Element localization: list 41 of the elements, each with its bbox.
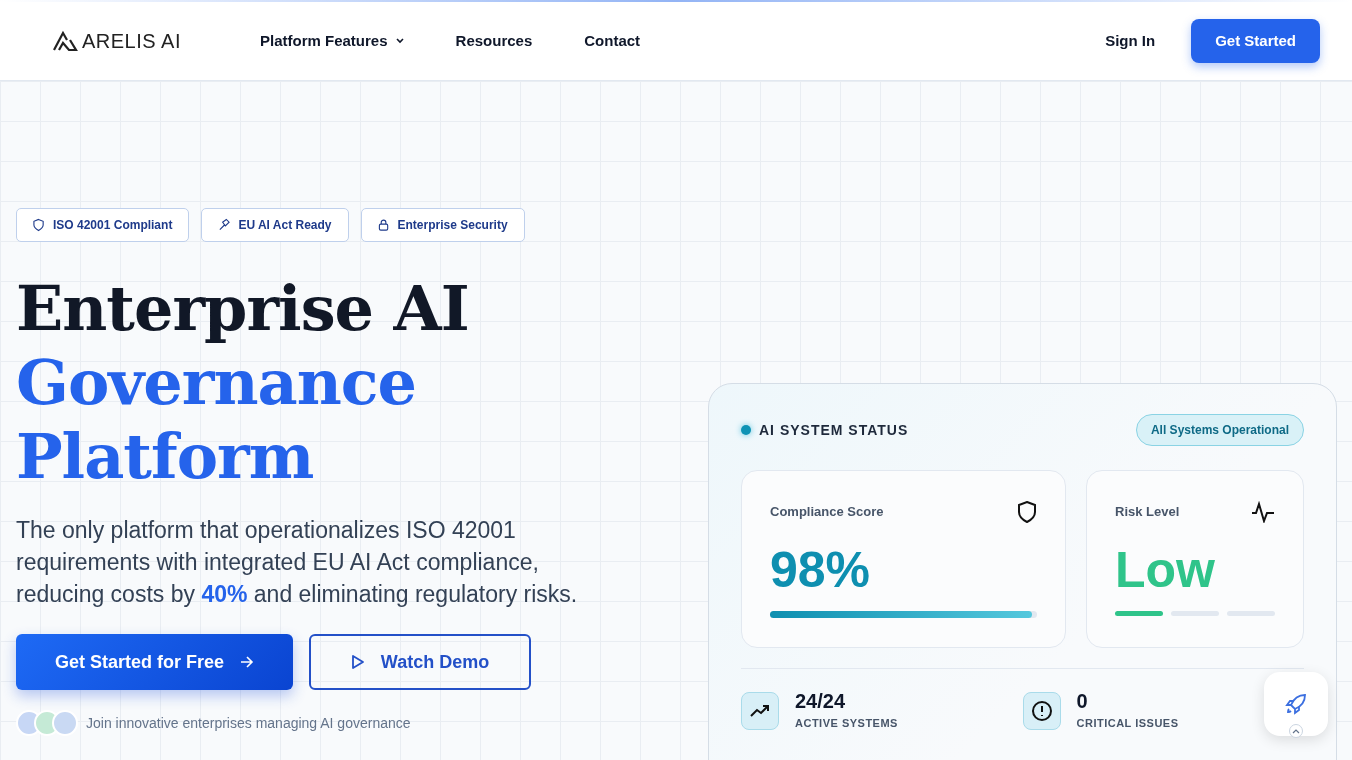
hero-heading: Platform bbox=[16, 420, 315, 494]
status-dot-icon bbox=[741, 425, 751, 435]
get-started-button[interactable]: Get Started bbox=[1191, 18, 1320, 64]
nav-link[interactable]: Resources bbox=[455, 29, 533, 53]
social-proof-text: Join innovative enterprises managing AI governance bbox=[86, 713, 411, 733]
hammer-icon bbox=[218, 218, 231, 232]
nav-link[interactable]: Contact bbox=[584, 29, 641, 53]
logo-icon bbox=[52, 30, 78, 52]
arrow-right-icon bbox=[240, 656, 254, 668]
shield-icon bbox=[1017, 501, 1037, 523]
shield-icon bbox=[33, 218, 45, 232]
avatar bbox=[52, 710, 78, 736]
feature-badge: EU AI Act Ready bbox=[201, 208, 349, 242]
feature-badge: ISO 42001 Compliant bbox=[16, 208, 190, 242]
chevron-down-icon bbox=[395, 38, 404, 44]
pulse-icon bbox=[1251, 501, 1275, 523]
feature-badge: Enterprise Security bbox=[360, 208, 525, 242]
rocket-icon bbox=[1285, 693, 1307, 715]
play-icon bbox=[350, 654, 365, 670]
brand-name: ARELIS AI bbox=[82, 29, 181, 54]
lock-icon bbox=[377, 218, 390, 232]
sign-in-link[interactable]: Sign In bbox=[1105, 29, 1156, 53]
hero-heading: Governance bbox=[16, 346, 417, 420]
hero-heading: Enterprise AI bbox=[16, 272, 470, 346]
nav-link[interactable]: Platform Features bbox=[260, 29, 404, 53]
compliance-value: 98% bbox=[770, 545, 872, 595]
risk-value: Low bbox=[1115, 545, 1216, 595]
stat-value: 24/24 bbox=[795, 691, 847, 711]
metric-label: Risk Level bbox=[1115, 503, 1180, 522]
metric-label: Compliance Score bbox=[770, 503, 884, 522]
stat-value: 0 bbox=[1076, 691, 1089, 711]
rocket-button[interactable] bbox=[1264, 672, 1328, 736]
hero-description: The only platform that operationalizes ISO 42001 requirements with integrated EU AI Act compliance, reducing costs by 40% and eliminating regulatory risks. bbox=[16, 516, 579, 609]
watch-demo-button[interactable]: Watch Demo bbox=[309, 634, 531, 690]
panel-title: AI SYSTEM STATUS bbox=[759, 420, 909, 440]
stat-label: CRITICAL ISSUES bbox=[1076, 716, 1179, 731]
status-badge: All Systems Operational bbox=[1135, 414, 1304, 446]
stat-label: ACTIVE SYSTEMS bbox=[795, 716, 898, 731]
get-started-free-button[interactable]: Get Started for Free bbox=[16, 634, 293, 690]
alert-circle-icon bbox=[1030, 700, 1053, 723]
chevron-up-icon bbox=[1292, 728, 1300, 734]
